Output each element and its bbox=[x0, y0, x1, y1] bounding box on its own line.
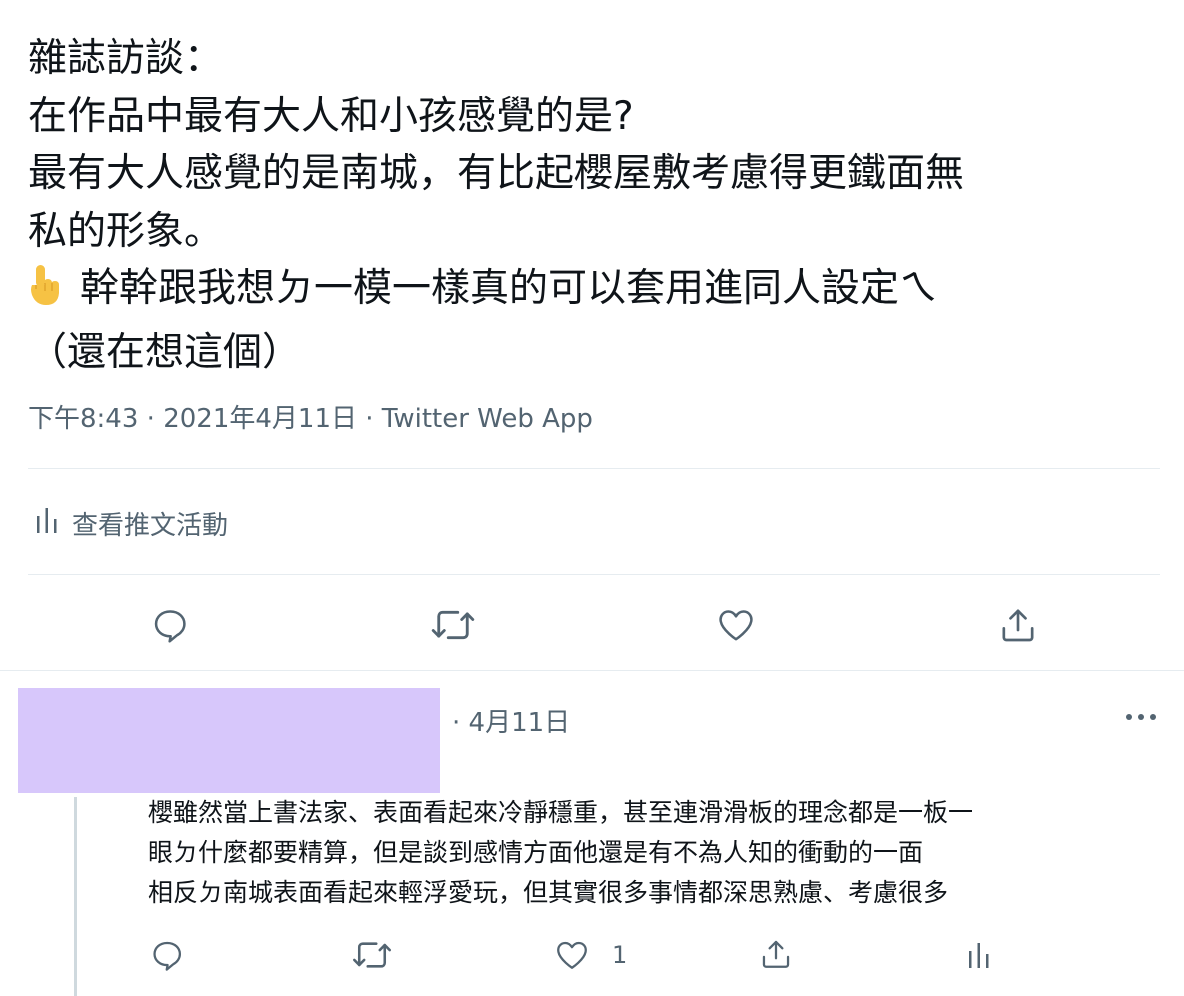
reply-line: 櫻雖然當上書法家、表面看起來冷靜穩重，甚至連滑滑板的理念都是一板一 bbox=[148, 798, 974, 827]
tweet-line: 幹幹跟我想ㄉ一模一樣真的可以套用進同人設定ㄟ bbox=[80, 266, 939, 311]
tweet-line-with-emoji: 幹幹跟我想ㄉ一模一樣真的可以套用進同人設定ㄟ bbox=[28, 260, 1158, 324]
separator: · bbox=[365, 404, 374, 434]
redacted-user-header bbox=[18, 688, 440, 793]
reply-icon bbox=[153, 941, 182, 971]
tweet-source-link[interactable]: Twitter Web App bbox=[382, 404, 593, 434]
divider bbox=[28, 574, 1160, 575]
share-icon bbox=[1002, 609, 1034, 642]
retweet-icon bbox=[431, 610, 475, 640]
like-button[interactable] bbox=[714, 603, 758, 647]
tweet-line: 雜誌訪談： bbox=[28, 36, 224, 81]
tweet-line: 私的形象。 bbox=[28, 208, 224, 254]
tweet-date: 2021年4月11日 bbox=[163, 404, 357, 434]
tweet-line: 最有大人感覺的是南城，有比起櫻屋敷考慮得更鐵面無 bbox=[28, 151, 965, 196]
reply-share-button[interactable] bbox=[758, 935, 794, 973]
reply-icon bbox=[154, 610, 186, 643]
tweet-time: 下午8:43 bbox=[28, 404, 139, 434]
reply-date[interactable]: · 4月11日 bbox=[452, 702, 570, 739]
divider bbox=[28, 468, 1160, 469]
reply-like-button[interactable]: 1 bbox=[554, 937, 644, 973]
tweet-time-link[interactable]: 下午8:43 · 2021年4月11日 bbox=[28, 404, 357, 434]
reply-reply-button[interactable] bbox=[148, 937, 186, 973]
reply-analytics-button[interactable] bbox=[964, 938, 994, 972]
share-icon bbox=[762, 940, 790, 968]
reply-line: 眼ㄉ什麼都要精算，但是談到感情方面他還是有不為人知的衝動的一面 bbox=[148, 838, 924, 867]
tweet-text: 雜誌訪談： 在作品中最有大人和小孩感覺的是? 最有大人感覺的是南城，有比起櫻屋敷… bbox=[28, 30, 1158, 381]
more-options-button[interactable] bbox=[1122, 703, 1160, 729]
reply-text: 櫻雖然當上書法家、表面看起來冷靜穩重，甚至連滑滑板的理念都是一板一 眼ㄉ什麼都要… bbox=[148, 793, 1168, 913]
divider bbox=[0, 670, 1184, 671]
reply-button[interactable] bbox=[148, 603, 192, 647]
tweet-meta: 下午8:43 · 2021年4月11日 · Twitter Web App bbox=[28, 398, 593, 435]
pointing-up-emoji-icon bbox=[28, 263, 80, 324]
share-button[interactable] bbox=[996, 603, 1040, 647]
more-icon bbox=[1126, 714, 1156, 720]
retweet-icon bbox=[353, 942, 391, 968]
reply-line: 相反ㄉ南城表面看起來輕浮愛玩，但其實很多事情都深思熟慮、考慮很多 bbox=[148, 878, 949, 907]
reply-retweet-button[interactable] bbox=[352, 937, 392, 973]
heart-icon bbox=[719, 610, 753, 641]
thread-line bbox=[74, 797, 77, 996]
view-tweet-activity-link[interactable]: 查看推文活動 bbox=[36, 505, 228, 542]
activity-label: 查看推文活動 bbox=[72, 511, 229, 541]
analytics-icon bbox=[969, 943, 989, 968]
heart-icon bbox=[557, 941, 587, 969]
like-count: 1 bbox=[612, 941, 628, 969]
tweet-line: （還在想這個） bbox=[28, 329, 302, 375]
tweet-line: 在作品中最有大人和小孩感覺的是? bbox=[28, 93, 634, 139]
analytics-icon bbox=[36, 507, 58, 540]
retweet-button[interactable] bbox=[429, 603, 477, 647]
separator: · bbox=[146, 404, 155, 434]
